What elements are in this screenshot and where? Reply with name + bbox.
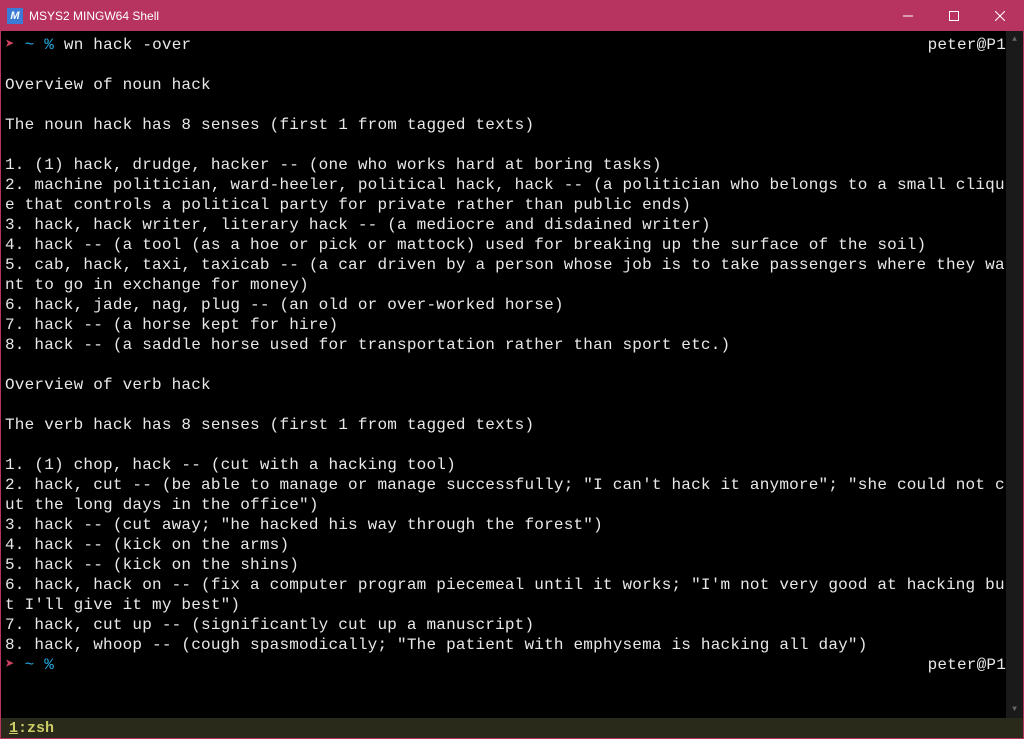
prompt-separator: % [44,36,54,54]
scroll-track[interactable] [1006,48,1023,701]
app-window: M MSYS2 MINGW64 Shell ➤ ~ % wn hack -ove… [0,0,1024,739]
terminal[interactable]: ➤ ~ % wn hack -over peter@P1 Overview of … [1,31,1006,718]
prompt-arrow-icon: ➤ [5,656,15,674]
prompt-user: peter@P1 [928,655,1006,675]
tmux-statusbar: 1:zsh [1,718,1023,738]
minimize-button[interactable] [885,1,931,31]
prompt-separator: % [44,656,54,674]
prompt-arrow-icon: ➤ [5,36,15,54]
tmux-window-index: 1 [9,720,18,737]
scroll-down-icon[interactable]: ▼ [1006,701,1023,718]
tmux-window-name: :zsh [18,720,54,737]
prompt-line: ➤ ~ % peter@P1 [5,655,1006,675]
maximize-button[interactable] [931,1,977,31]
scroll-up-icon[interactable]: ▲ [1006,31,1023,48]
prompt-command: wn hack -over [64,36,191,54]
prompt-line: ➤ ~ % wn hack -over peter@P1 [5,35,1006,55]
window-controls [885,1,1023,31]
app-icon: M [7,8,23,24]
prompt-path: ~ [25,656,35,674]
vertical-scrollbar[interactable]: ▲ ▼ [1006,31,1023,718]
prompt-path: ~ [25,36,35,54]
terminal-area: ➤ ~ % wn hack -over peter@P1 Overview of … [1,31,1023,718]
prompt-user: peter@P1 [928,35,1006,55]
titlebar[interactable]: M MSYS2 MINGW64 Shell [1,1,1023,31]
terminal-output: Overview of noun hack The noun hack has … [5,76,1005,654]
close-button[interactable] [977,1,1023,31]
window-title: MSYS2 MINGW64 Shell [29,9,885,23]
